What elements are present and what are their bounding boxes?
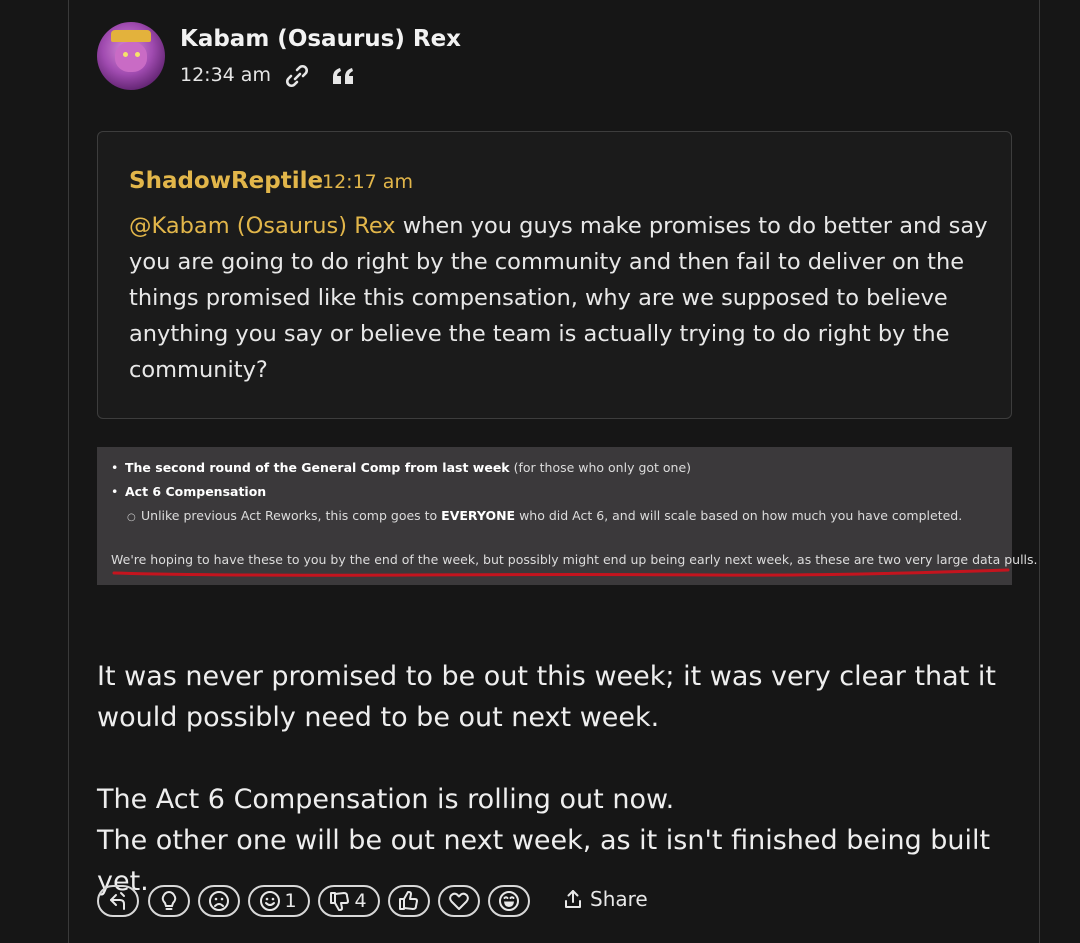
quote-time: 12:17 am bbox=[322, 171, 413, 193]
post-author[interactable]: Kabam (Osaurus) Rex bbox=[180, 26, 461, 52]
quote-text: @Kabam (Osaurus) Rex when you guys make … bbox=[129, 208, 989, 388]
embedded-screenshot: • The second round of the General Comp fr… bbox=[97, 447, 1038, 585]
embed-sub-text: Unlike previous Act Reworks, this comp g… bbox=[141, 508, 442, 523]
mention-link[interactable]: @Kabam (Osaurus) Rex bbox=[129, 213, 396, 239]
avatar-eye bbox=[123, 52, 128, 57]
link-icon[interactable] bbox=[283, 62, 311, 90]
reply-arrow-icon bbox=[110, 892, 125, 910]
embed-bullet-bold: The second round of the General Comp fro… bbox=[125, 460, 510, 475]
red-underline-annotation bbox=[112, 568, 1010, 577]
reply-button[interactable] bbox=[97, 885, 139, 917]
reaction-thumbs-up[interactable] bbox=[388, 885, 430, 917]
reaction-heart[interactable] bbox=[438, 885, 480, 917]
avatar-face bbox=[115, 42, 147, 72]
share-icon bbox=[565, 890, 581, 908]
reaction-sad[interactable] bbox=[198, 885, 240, 917]
heart-icon bbox=[449, 892, 469, 910]
sad-face-icon bbox=[209, 891, 229, 911]
reaction-lightbulb[interactable] bbox=[148, 885, 190, 917]
avatar[interactable] bbox=[97, 22, 165, 90]
lightbulb-icon bbox=[161, 890, 177, 910]
embed-bullet-bold: Act 6 Compensation bbox=[125, 484, 267, 499]
thumbs-up-icon bbox=[399, 891, 418, 910]
reaction-count: 1 bbox=[284, 890, 297, 912]
embed-bullet-text: (for those who only got one) bbox=[509, 460, 692, 475]
embed-bullet: • The second round of the General Comp fr… bbox=[111, 460, 692, 475]
reply-line: The other one will be out next week, as … bbox=[97, 825, 991, 897]
embed-sub-text: who did Act 6, and will scale based on h… bbox=[515, 508, 963, 523]
avatar-eye bbox=[135, 52, 140, 57]
reply-paragraph: It was never promised to be out this wee… bbox=[97, 661, 996, 733]
laugh-face-icon bbox=[499, 891, 519, 911]
embed-note: We're hoping to have these to you by the… bbox=[111, 552, 1038, 567]
quote-author[interactable]: ShadowReptile bbox=[129, 168, 323, 194]
post-time[interactable]: 12:34 am bbox=[180, 64, 271, 86]
smile-face-icon bbox=[260, 891, 281, 911]
share-label: Share bbox=[590, 887, 648, 911]
reaction-laugh[interactable] bbox=[488, 885, 530, 917]
avatar-crown bbox=[111, 30, 151, 42]
reaction-thumbs-down[interactable]: 4 bbox=[318, 885, 380, 917]
thumbs-down-icon bbox=[330, 892, 350, 911]
embed-sub-bullet: ○ Unlike previous Act Reworks, this comp … bbox=[127, 508, 963, 523]
embed-bullet: • Act 6 Compensation bbox=[111, 484, 267, 499]
share-button[interactable]: Share bbox=[563, 887, 648, 911]
embed-sub-bold: EVERYONE bbox=[441, 508, 516, 523]
reaction-smile[interactable]: 1 bbox=[248, 885, 310, 917]
reaction-count: 4 bbox=[354, 890, 367, 912]
reply-line: The Act 6 Compensation is rolling out no… bbox=[97, 784, 675, 815]
quote-icon[interactable] bbox=[330, 62, 358, 90]
